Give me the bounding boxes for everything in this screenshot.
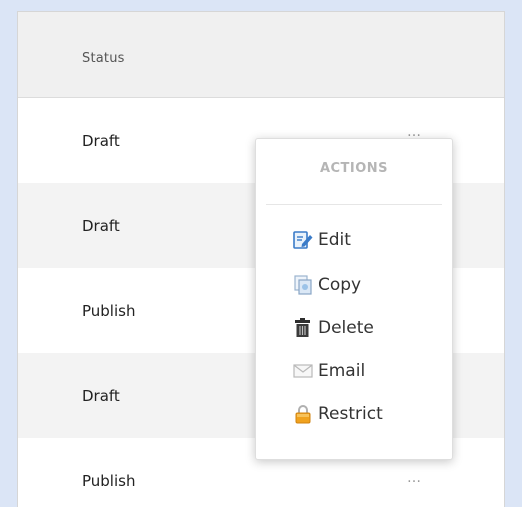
menu-item-label: Email <box>318 361 366 381</box>
menu-item-email[interactable]: Email <box>292 358 365 384</box>
menu-item-label: Delete <box>318 318 374 338</box>
actions-menu-title: ACTIONS <box>319 161 389 176</box>
menu-item-restrict[interactable]: Restrict <box>292 401 383 427</box>
copy-icon <box>292 274 314 296</box>
menu-item-label: Copy <box>318 275 362 295</box>
edit-icon <box>292 229 314 251</box>
menu-item-label: Edit <box>318 230 351 250</box>
trash-icon <box>292 317 314 339</box>
row-status: Publish <box>82 302 136 320</box>
menu-item-delete[interactable]: Delete <box>292 315 374 341</box>
menu-item-edit[interactable]: Edit <box>292 227 351 253</box>
row-status: Draft <box>82 217 120 235</box>
envelope-icon <box>292 360 314 382</box>
menu-divider <box>266 204 442 205</box>
more-options-icon[interactable]: … <box>402 468 426 488</box>
row-status: Publish <box>82 472 136 490</box>
row-status: Draft <box>82 132 120 150</box>
menu-item-copy[interactable]: Copy <box>292 272 361 298</box>
lock-icon <box>292 403 314 425</box>
row-status: Draft <box>82 387 120 405</box>
column-header-status[interactable]: Status <box>82 51 125 66</box>
menu-item-label: Restrict <box>318 404 383 424</box>
actions-menu: ACTIONS Edit Copy Delete Email Restrict <box>255 138 453 460</box>
table-header: Status <box>18 12 504 98</box>
